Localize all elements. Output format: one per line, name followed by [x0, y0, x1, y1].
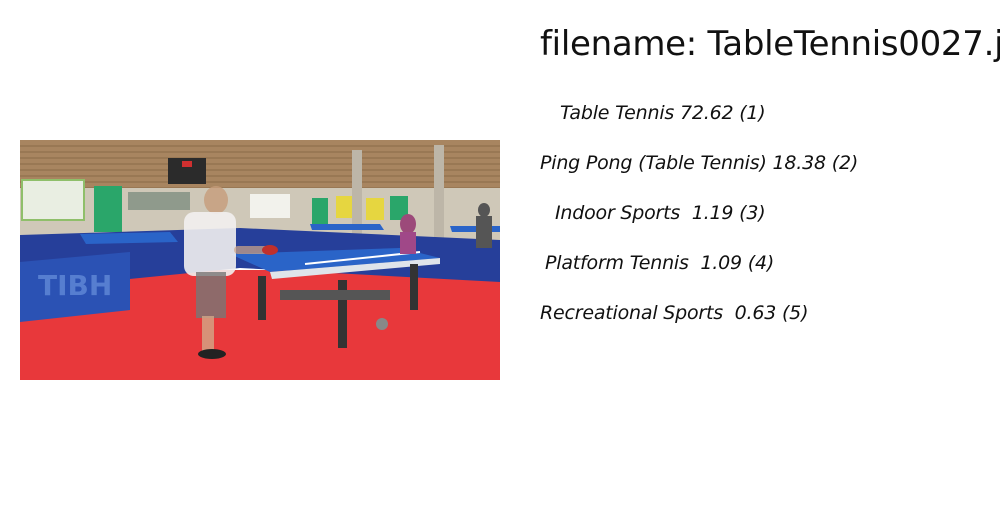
prediction-5: Recreational Sports 0.63 (5) [540, 302, 809, 324]
prediction-3: Indoor Sports 1.19 (3) [555, 202, 766, 224]
table-tennis-photo: TIBH [20, 140, 500, 380]
svg-text:TIBH: TIBH [38, 269, 112, 302]
prediction-4: Platform Tennis 1.09 (4) [545, 252, 775, 274]
prediction-2: Ping Pong (Table Tennis) 18.38 (2) [540, 152, 859, 174]
filename-title: filename: TableTennis0027.jpg [540, 24, 1000, 64]
prediction-1: Table Tennis 72.62 (1) [560, 102, 766, 124]
